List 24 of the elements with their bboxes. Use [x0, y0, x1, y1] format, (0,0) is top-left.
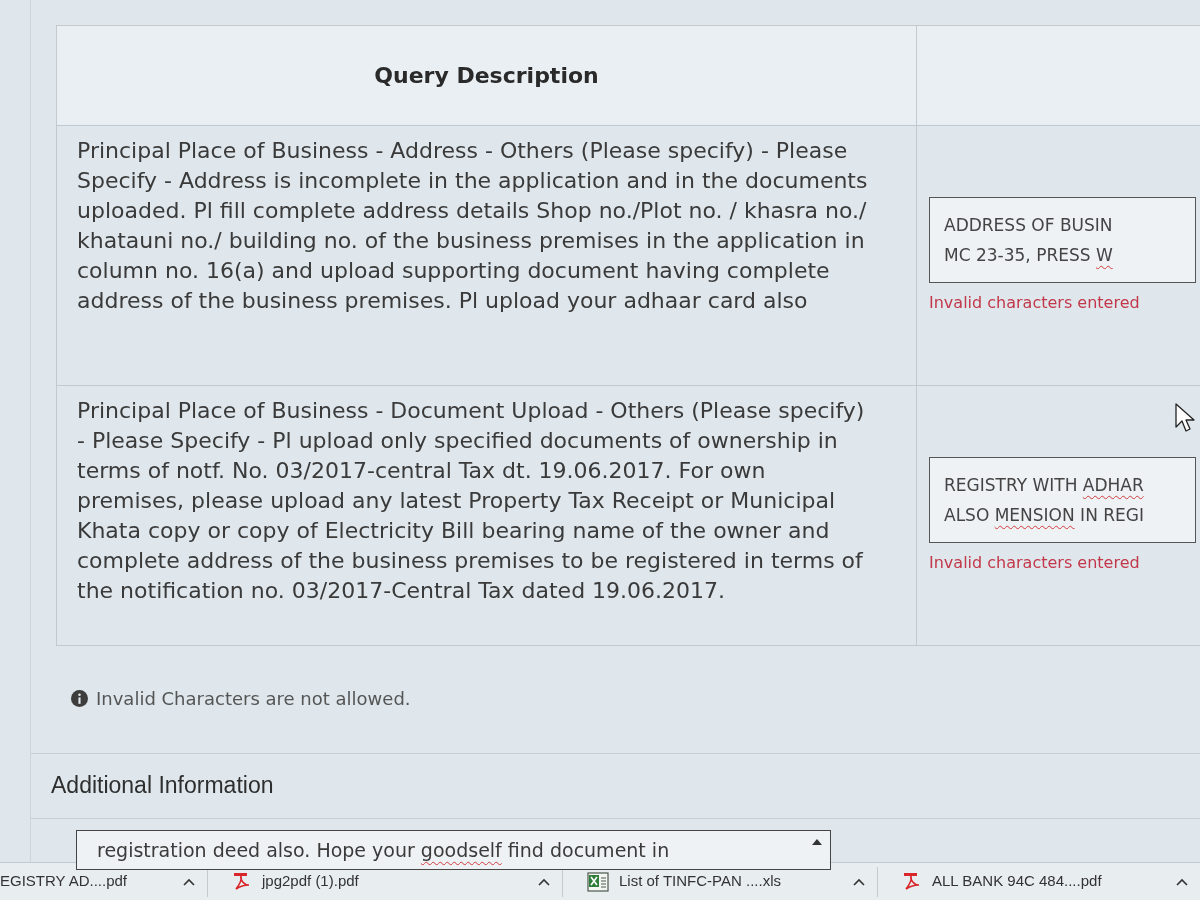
query-description: Principal Place of Business - Address - Others (Please specify) - Please Specify - Address is incomplete in the application and in the documents uploaded. Pl fill complete address details Shop no./Plot no. / khasra no./ khatauni no./ building no. of the business premises in the application in column no. 16(a) and upload supporting document having complete address of the business premises. Pl upload your adhaar card also [77, 137, 869, 315]
mouse-pointer-icon [1175, 403, 1195, 433]
chevron-up-icon [183, 877, 195, 886]
scroll-up-arrow-icon[interactable] [812, 838, 822, 845]
notice-text: Invalid Characters are not allowed. [96, 686, 411, 711]
error-message: Invalid characters entered [929, 291, 1141, 314]
download-item[interactable]: List of TINFC-PAN ....xls [563, 866, 878, 897]
download-item[interactable]: EGISTRY AD....pdf [0, 866, 208, 897]
chevron-up-icon [1176, 877, 1188, 886]
error-message: Invalid characters entered [929, 551, 1141, 574]
chevron-up-icon [853, 877, 865, 886]
chevron-up-icon [538, 877, 550, 886]
reply-text-field[interactable]: REGISTRY WITH ADHAR ALSO MENSION IN REGI [929, 456, 1196, 543]
additional-info-textarea[interactable]: registration deed also. Hope your goodself find document in [76, 829, 831, 870]
section-heading: Additional Information [51, 772, 274, 798]
spreadsheet-file-icon [587, 871, 609, 892]
download-item[interactable]: jpg2pdf (1).pdf [208, 866, 563, 897]
pdf-file-icon [232, 871, 252, 892]
info-icon [71, 689, 88, 707]
column-header: Query Description [374, 62, 599, 90]
reply-text-field[interactable]: ADDRESS OF BUSIN MC 23-35, PRESS W [929, 196, 1196, 283]
download-item[interactable]: ALL BANK 94C 484....pdf [878, 866, 1200, 897]
pdf-file-icon [902, 871, 922, 892]
query-description: Principal Place of Business - Document Upload - Others (Please specify) - Please Specify - Pl upload only specified documents of ownership in terms of notf. No. 03/2017-central Tax dt. 19.06.2017. For own premises, please upload any latest Property Tax Receipt or Municipal Khata copy or copy of Electricity Bill bearing name of the owner and complete address of the business premises to be registered in terms of the notification no. 03/2017-Central Tax dated 19.06.2017. [77, 397, 866, 605]
